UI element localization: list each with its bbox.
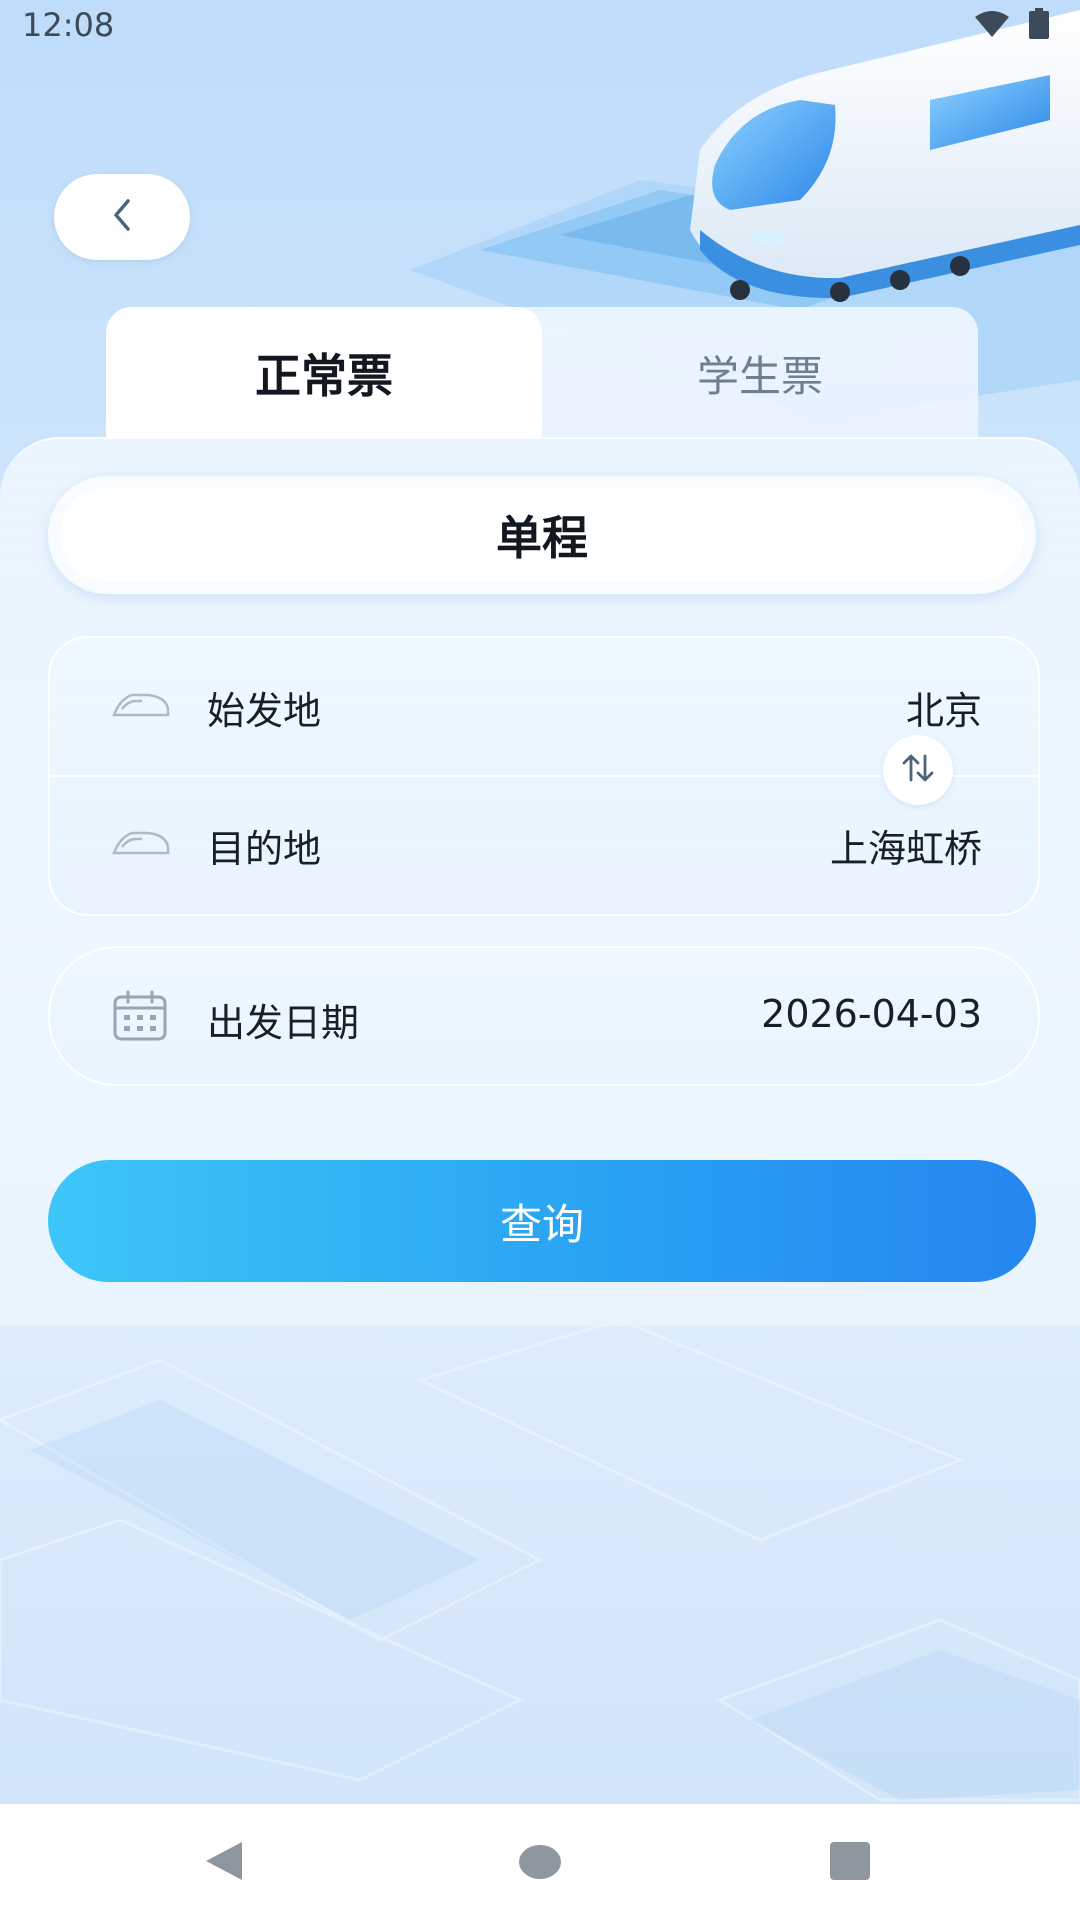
trip-type-one-way[interactable]: 单程 bbox=[60, 488, 1024, 582]
status-bar: 12:08 bbox=[0, 0, 1080, 52]
trip-type-selector[interactable]: 单程 bbox=[48, 476, 1036, 594]
chevron-left-icon bbox=[108, 197, 136, 237]
departure-date-label: 出发日期 bbox=[207, 1001, 360, 1045]
departure-date-row[interactable]: 出发日期 2026-04-03 bbox=[48, 946, 1040, 1086]
nav-home-icon[interactable] bbox=[519, 1845, 561, 1879]
train-icon bbox=[112, 691, 170, 723]
back-button[interactable] bbox=[54, 174, 190, 260]
origin-label: 始发地 bbox=[207, 688, 322, 733]
destination-value[interactable]: 上海虹桥 bbox=[830, 818, 982, 873]
train-icon bbox=[112, 829, 170, 861]
status-time: 12:08 bbox=[22, 6, 115, 44]
departure-date-value[interactable]: 2026-04-03 bbox=[761, 992, 982, 1036]
swap-stations-button[interactable] bbox=[883, 735, 953, 805]
battery-icon bbox=[1028, 8, 1050, 44]
system-nav-bar bbox=[0, 1804, 1080, 1920]
nav-back-icon[interactable] bbox=[204, 1840, 244, 1886]
origin-value[interactable]: 北京 bbox=[906, 680, 982, 735]
ticket-type-tabs: 正常票 学生票 bbox=[106, 307, 978, 439]
query-button[interactable]: 查询 bbox=[48, 1160, 1036, 1282]
wifi-icon bbox=[974, 9, 1010, 43]
tab-student-ticket[interactable]: 学生票 bbox=[542, 307, 978, 439]
tab-normal-ticket[interactable]: 正常票 bbox=[106, 307, 542, 439]
swap-arrows-icon bbox=[900, 750, 936, 790]
nav-recent-icon[interactable] bbox=[830, 1842, 870, 1880]
calendar-icon bbox=[112, 990, 168, 1046]
destination-row[interactable]: 目的地 上海虹桥 bbox=[50, 776, 1038, 914]
train-illustration bbox=[690, 10, 1080, 302]
destination-label: 目的地 bbox=[207, 826, 322, 871]
